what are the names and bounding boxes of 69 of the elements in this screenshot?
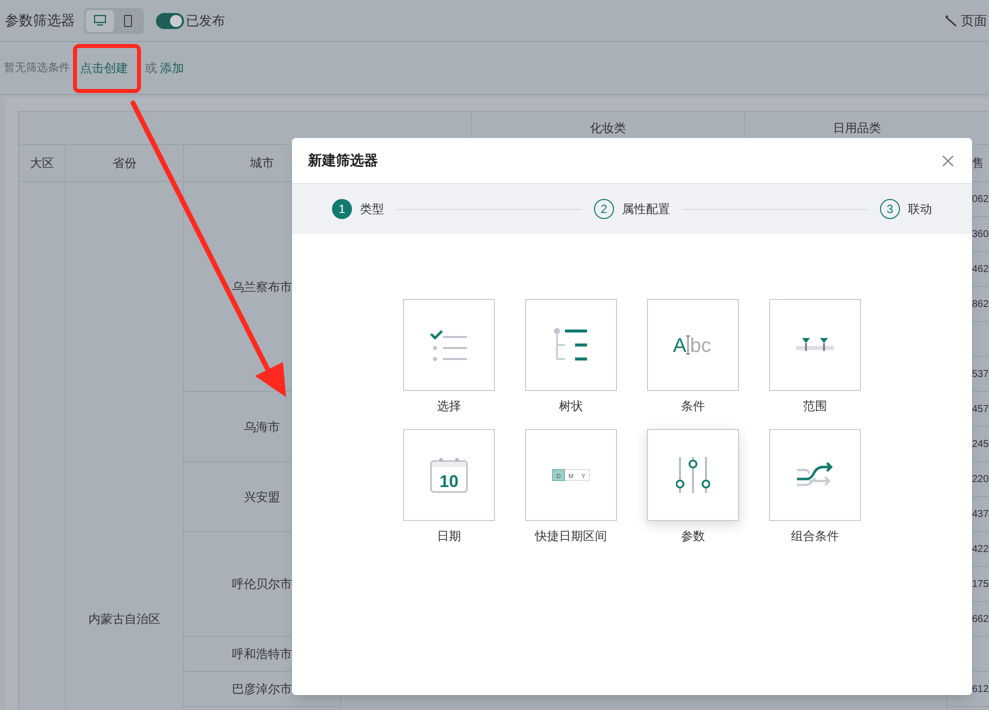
table-cell-text: 422	[972, 542, 989, 556]
table-cell-text: 612	[972, 682, 989, 696]
phone-icon	[124, 14, 132, 26]
empty-filter-text: 暂无筛选条件	[4, 60, 70, 76]
filter-type-tile[interactable]	[769, 429, 861, 521]
table-cell-text: 437	[972, 508, 989, 522]
filter-type-label: 组合条件	[791, 528, 839, 545]
checklist-icon	[429, 328, 469, 362]
column-header: 城市	[250, 155, 274, 172]
table-cell-text: 呼和浩特市	[232, 646, 292, 663]
step-number: 2	[594, 199, 614, 219]
step-label: 联动	[908, 201, 932, 218]
step-label: 类型	[360, 201, 384, 218]
calendar-icon: 10	[430, 457, 468, 493]
publish-label: 已发布	[186, 12, 225, 30]
highlight-box	[73, 44, 141, 93]
table-cell-text: 巴彦淖尔市	[232, 681, 292, 698]
filter-type-label: 选择	[437, 398, 461, 415]
step-number: 1	[332, 199, 352, 219]
toolbar-title: 参数筛选器	[5, 11, 75, 30]
filter-type-tile[interactable]	[769, 299, 861, 391]
range-slider-icon	[796, 337, 834, 353]
table-cell-text: 662	[972, 612, 989, 626]
filter-type-label: 范围	[803, 398, 827, 415]
filter-type-tile[interactable]	[647, 429, 739, 521]
or-text: 或	[145, 60, 157, 77]
close-icon	[942, 154, 954, 166]
desktop-view-button[interactable]	[86, 10, 114, 32]
filter-type-label: 快捷日期区间	[535, 528, 607, 545]
column-header: 省份	[112, 155, 136, 172]
tree-icon	[553, 327, 589, 363]
table-cell-text: 乌兰察布市	[232, 278, 292, 296]
sliders-icon	[676, 456, 710, 494]
group-header: 日用品类	[833, 120, 882, 137]
table-cell-text: 360	[972, 228, 989, 242]
table-cell-text: 062	[972, 192, 989, 206]
table-cell-text: 220	[972, 472, 989, 486]
monitor-icon	[94, 15, 106, 26]
merge-arrows-icon	[795, 461, 835, 489]
step-label: 属性配置	[622, 201, 670, 218]
page-button[interactable]: 页面	[961, 10, 987, 30]
filter-type-label: 条件	[681, 398, 705, 415]
group-header: 化妆类	[590, 120, 626, 137]
filter-type-label: 树状	[559, 398, 583, 415]
table-cell-text: 862	[972, 298, 989, 312]
step-number: 3	[880, 199, 900, 219]
filter-type-label: 参数	[681, 528, 705, 545]
add-link[interactable]: 添加	[160, 59, 184, 77]
create-link[interactable]: 点击创建	[80, 59, 128, 77]
filter-type-label: 日期	[437, 528, 461, 545]
column-header: 售	[972, 155, 984, 172]
table-cell-text: 呼伦贝尔市	[232, 576, 292, 593]
dialog-title: 新建筛选器	[308, 151, 378, 170]
table-cell-text: 兴安盟	[244, 488, 280, 506]
table-cell-text: 537	[972, 368, 989, 382]
table-cell-text: 175	[972, 578, 989, 592]
filter-type-tile[interactable]	[525, 299, 617, 391]
magic-wand-icon	[945, 14, 957, 26]
table-cell-text: 乌海市	[244, 418, 280, 436]
table-cell-text: 462	[972, 262, 989, 276]
table-cell-text: 245	[972, 438, 989, 452]
column-header: 大区	[30, 155, 54, 172]
filter-type-tile[interactable]: 10	[403, 429, 495, 521]
table-cell-text: 457	[972, 402, 989, 416]
publish-toggle[interactable]	[156, 12, 184, 28]
filter-type-tile[interactable]	[403, 299, 495, 391]
table-cell-text: 内蒙古自治区	[88, 611, 160, 628]
filter-type-tile[interactable]: A bc	[647, 299, 739, 391]
close-button[interactable]	[940, 152, 956, 168]
